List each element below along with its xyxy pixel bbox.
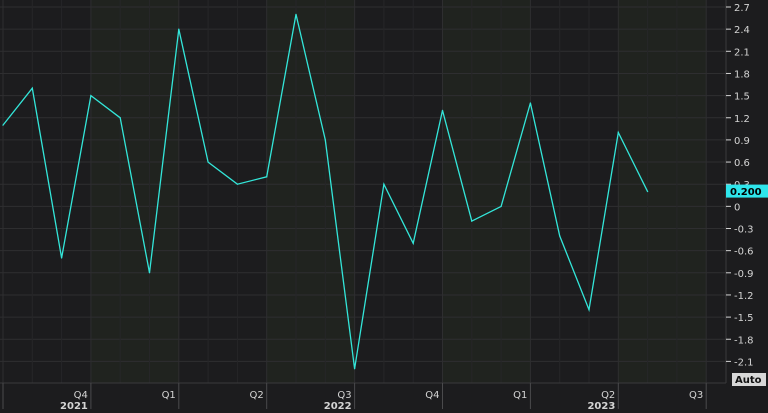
data-point <box>529 102 532 104</box>
data-point <box>61 257 63 259</box>
y-tick-label: 2.4 <box>734 25 750 36</box>
data-point <box>588 309 590 311</box>
data-point <box>236 183 238 185</box>
last-value-label: 0.200 <box>730 187 762 198</box>
data-point <box>148 272 151 274</box>
y-tick-label: 0.6 <box>734 158 750 169</box>
data-point <box>354 368 356 370</box>
last-value-marker: 0.200 <box>726 184 768 198</box>
x-tick-label: Q1 <box>162 390 176 401</box>
data-point <box>178 28 180 30</box>
x-tick-label: Q3 <box>337 390 351 401</box>
x-year-label: 2021 <box>60 401 88 409</box>
data-point <box>31 87 33 89</box>
data-point <box>441 109 444 111</box>
y-tick-label: 2.1 <box>734 47 750 58</box>
x-tick-label: Q3 <box>689 390 703 401</box>
y-tick-label: 1.5 <box>734 92 750 103</box>
data-point <box>617 131 619 134</box>
data-point <box>2 124 4 126</box>
x-tick-label: Q4 <box>425 390 439 401</box>
data-point <box>383 183 385 185</box>
data-point <box>559 235 561 237</box>
y-tick-label: -0.6 <box>734 247 754 258</box>
data-point <box>295 13 297 15</box>
y-tick-label: -2.1 <box>734 357 754 368</box>
y-tick-label: 2.7 <box>734 3 750 14</box>
line-chart: 2.72.42.11.81.51.20.90.60.30-0.3-0.6-0.9… <box>0 0 768 412</box>
quarter-band <box>90 0 179 383</box>
y-tick-label: -0.3 <box>734 225 754 236</box>
auto-scale-button[interactable]: Auto <box>732 373 766 386</box>
x-tick-label: Q4 <box>74 390 88 401</box>
y-tick-label: -0.9 <box>734 269 754 280</box>
x-year-label: 2023 <box>587 401 615 409</box>
auto-button-label[interactable]: Auto <box>735 375 762 386</box>
y-tick-label: 0.9 <box>734 136 750 147</box>
y-tick-label: -1.2 <box>734 291 754 302</box>
data-point <box>500 205 502 207</box>
data-point <box>119 117 121 119</box>
data-point <box>207 161 209 163</box>
data-point <box>324 139 326 141</box>
data-point <box>647 190 649 193</box>
x-tick-label: Q1 <box>513 390 527 401</box>
quarter-band <box>618 0 707 383</box>
data-point <box>90 95 92 97</box>
y-tick-label: 1.8 <box>734 69 750 80</box>
y-tick-label: -1.8 <box>734 335 754 346</box>
x-year-label: 2022 <box>324 401 352 409</box>
data-point <box>412 242 414 244</box>
data-point <box>266 176 268 178</box>
x-tick-label: Q2 <box>249 390 263 401</box>
quarter-band <box>266 0 355 383</box>
y-tick-label: -1.5 <box>734 313 754 324</box>
y-tick-label: 1.2 <box>734 114 750 125</box>
y-tick-label: 0 <box>734 202 740 213</box>
data-point <box>471 220 473 222</box>
quarter-band <box>442 0 531 383</box>
x-tick-label: Q2 <box>601 390 615 401</box>
chart-area: 2.72.42.11.81.51.20.90.60.30-0.3-0.6-0.9… <box>0 0 768 412</box>
